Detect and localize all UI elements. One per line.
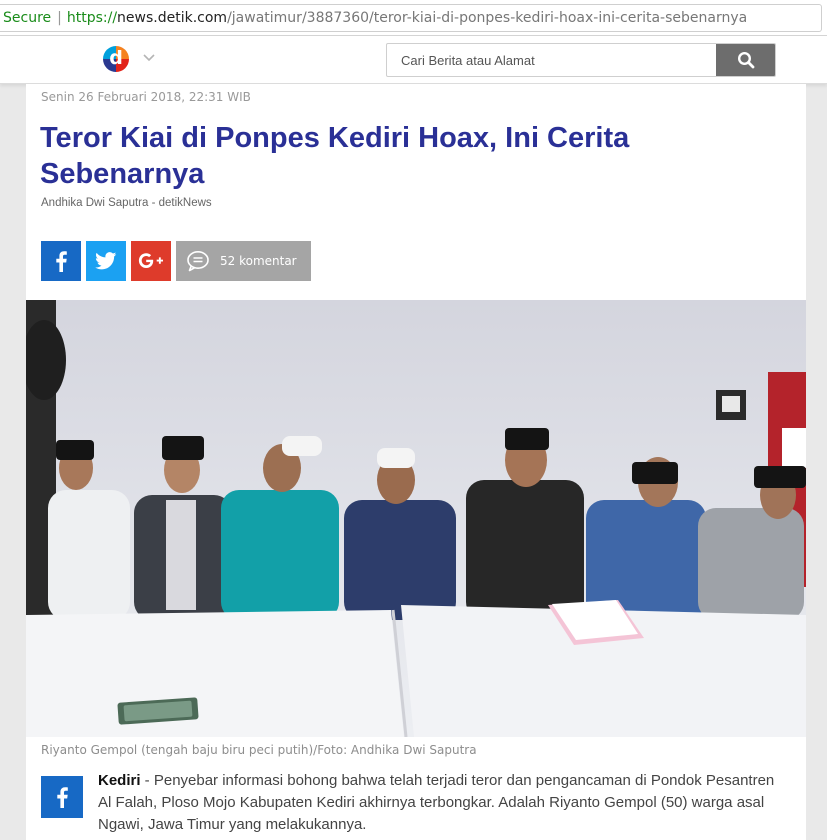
facebook-share-button[interactable] (41, 241, 81, 281)
url-separator: | (57, 10, 62, 26)
detik-logo[interactable]: d (103, 46, 129, 72)
comment-icon (187, 251, 209, 272)
url-field[interactable]: Secure | https:// news.detik.com /jawati… (0, 4, 822, 32)
secure-label[interactable]: Secure (0, 10, 51, 26)
facebook-side-share-button[interactable] (41, 776, 83, 818)
article-author: Andhika Dwi Saputra - detikNews (41, 197, 212, 209)
logo-letter: d (109, 47, 123, 69)
google-plus-icon (138, 253, 163, 268)
chevron-down-icon[interactable] (142, 50, 156, 66)
browser-address-bar: Secure | https:// news.detik.com /jawati… (0, 0, 827, 36)
facebook-icon (56, 251, 67, 272)
lead-location: Kediri (98, 772, 141, 789)
article-title: Teror Kiai di Ponpes Kediri Hoax, Ini Ce… (40, 122, 630, 190)
twitter-share-button[interactable] (86, 241, 126, 281)
comments-count: 52 komentar (220, 254, 297, 268)
photo-caption: Riyanto Gempol (tengah baju biru peci pu… (41, 743, 477, 757)
comments-button[interactable]: 52 komentar (176, 241, 311, 281)
search-icon (737, 51, 754, 69)
search-input[interactable] (387, 44, 717, 76)
url-host: news.detik.com (117, 10, 228, 26)
site-header: d (0, 36, 827, 84)
article-lead: Kediri - Penyebar informasi bohong bahwa… (98, 770, 788, 836)
article-photo (26, 300, 806, 737)
url-scheme: https:// (66, 10, 118, 26)
twitter-icon (95, 252, 117, 270)
url-path: /jawatimur/3887360/teror-kiai-di-ponpes-… (227, 10, 748, 26)
article-date: Senin 26 Februari 2018, 22:31 WIB (41, 90, 251, 104)
article-card: Senin 26 Februari 2018, 22:31 WIB Teror … (26, 84, 806, 840)
lead-text: - Penyebar informasi bohong bahwa telah … (98, 772, 775, 833)
search-bar (386, 43, 776, 77)
google-plus-share-button[interactable] (131, 241, 171, 281)
search-button[interactable] (716, 44, 775, 76)
facebook-icon (57, 787, 68, 808)
